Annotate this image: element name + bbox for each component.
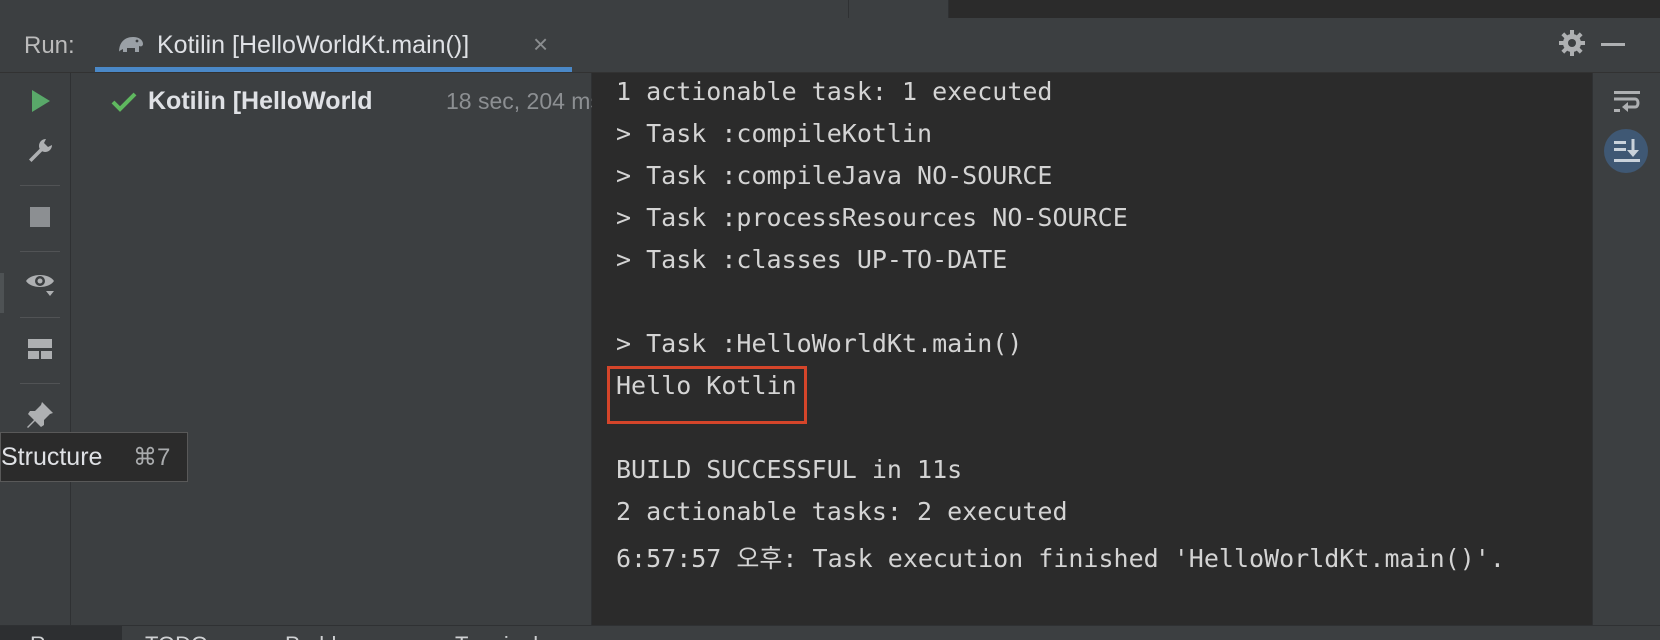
tooltip-title: Structure <box>1 443 103 471</box>
wrench-icon[interactable] <box>24 135 56 167</box>
tab-label: Kotilin [HelloWorldKt.main()] <box>157 31 470 59</box>
console-line: BUILD SUCCESSFUL in 11s <box>616 455 963 484</box>
console-line: > Task :classes UP-TO-DATE <box>616 245 1008 274</box>
check-icon <box>111 92 137 112</box>
stop-icon[interactable] <box>24 201 56 233</box>
tooltip-shortcut: ⌘7 <box>133 444 171 471</box>
highlight-box <box>607 366 807 424</box>
bottom-tab-problems[interactable]: Problems <box>285 632 378 640</box>
structure-tooltip: Structure ⌘7 <box>0 432 188 482</box>
toolbar-divider <box>20 185 60 186</box>
gear-icon[interactable] <box>1557 28 1587 58</box>
ide-run-window: Run: Kotilin [HelloWorldKt.main()] × Kot… <box>0 0 1660 640</box>
left-edge-marker <box>0 273 4 313</box>
close-icon[interactable]: × <box>533 29 548 60</box>
toolbar-divider <box>20 317 60 318</box>
left-toolbar <box>0 73 71 625</box>
editor-area-edge <box>949 0 1660 18</box>
tree-item-duration: 18 sec, 204 ms <box>446 88 602 114</box>
gradle-elephant-icon <box>119 37 143 52</box>
bottom-tab-run[interactable]: Run <box>30 632 70 640</box>
bottom-tab-terminal[interactable]: Terminal <box>455 632 538 640</box>
console-line: > Task :compileKotlin <box>616 119 933 148</box>
tab-run-configuration[interactable]: Kotilin [HelloWorldKt.main()] × <box>95 18 572 72</box>
console-line: > Task :compileJava NO-SOURCE <box>616 161 1053 190</box>
tree-item-label: Kotilin [HelloWorld <box>148 87 373 115</box>
minimize-icon[interactable] <box>1601 43 1625 46</box>
toolbar-divider <box>20 251 60 252</box>
soft-wrap-icon[interactable] <box>1611 85 1643 117</box>
layout-icon[interactable] <box>24 333 56 365</box>
console-output[interactable]: 1 actionable task: 1 executed > Task :co… <box>592 73 1592 625</box>
toolbar-divider <box>20 383 60 384</box>
run-tree-panel: Kotilin [HelloWorld 18 sec, 204 ms <box>71 73 602 625</box>
bottom-tool-bar: Run TODO Problems Terminal <box>0 625 1660 640</box>
top-divider <box>848 0 849 18</box>
run-tool-window-header: Run: Kotilin [HelloWorldKt.main()] × <box>0 18 1660 73</box>
run-label: Run: <box>24 32 75 59</box>
console-line: > Task :processResources NO-SOURCE <box>616 203 1128 232</box>
console-line: > Task :HelloWorldKt.main() <box>616 329 1023 358</box>
scroll-to-end-icon[interactable] <box>1611 135 1643 167</box>
bottom-tab-todo[interactable]: TODO <box>145 632 208 640</box>
console-line: 2 actionable tasks: 2 executed <box>616 497 1068 526</box>
top-editor-strip <box>0 0 1660 19</box>
pin-icon[interactable] <box>24 399 56 431</box>
right-toolbar <box>1592 73 1660 625</box>
active-tab-indicator <box>95 67 572 72</box>
console-line: 6:57:57 오후: Task execution finished 'Hel… <box>616 544 1505 573</box>
play-icon[interactable] <box>24 85 56 117</box>
eye-icon[interactable] <box>24 267 56 299</box>
console-line: 1 actionable task: 1 executed <box>616 77 1053 106</box>
